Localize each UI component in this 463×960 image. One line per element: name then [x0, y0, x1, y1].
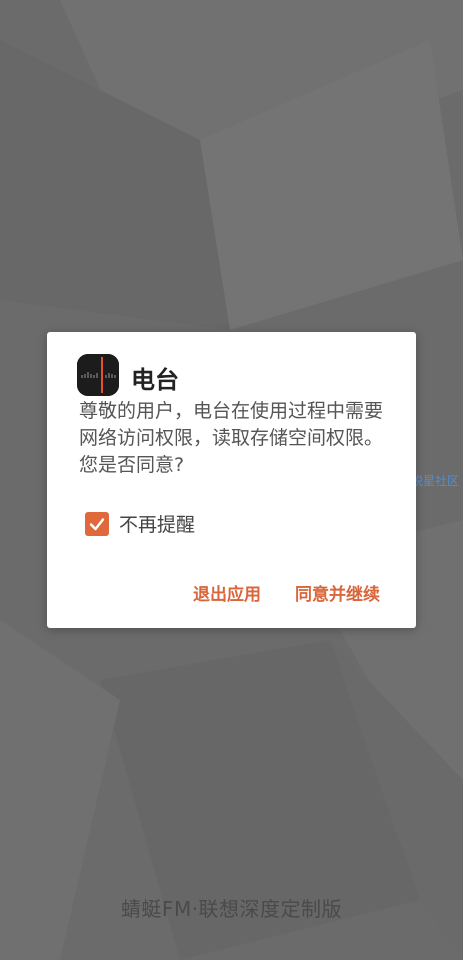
dialog-message: 尊敬的用户，电台在使用过程中需要网络访问权限，读取存储空间权限。您是否同意?	[79, 400, 384, 476]
dont-remind-checkbox-row[interactable]: 不再提醒	[85, 510, 195, 537]
check-icon	[89, 517, 105, 530]
dialog-title: 电台	[131, 366, 179, 394]
dont-remind-label: 不再提醒	[119, 514, 196, 536]
watermark-text: 锐星社区	[411, 474, 460, 488]
exit-app-button[interactable]: 退出应用	[193, 580, 261, 605]
permission-dialog: 电台 尊敬的用户，电台在使用过程中需要网络访问权限，读取存储空间权限。您是否同意…	[47, 332, 416, 628]
radio-app-icon	[77, 354, 119, 396]
footer-version-text: 蜻蜓FM·联想深度定制版	[120, 897, 343, 921]
agree-continue-button[interactable]: 同意并继续	[295, 580, 380, 605]
dont-remind-checkbox[interactable]	[85, 511, 109, 536]
